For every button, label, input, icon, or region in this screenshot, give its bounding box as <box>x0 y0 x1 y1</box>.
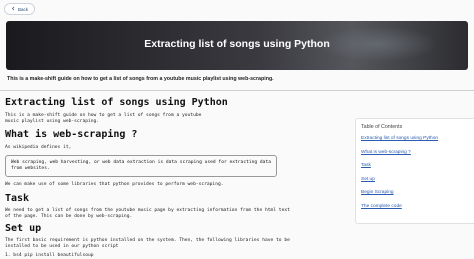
toc-link-what-is-web-scraping[interactable]: What is web-scraping ? <box>361 150 469 155</box>
toc-title: Table of Contents <box>361 124 403 130</box>
hero-banner: Extracting list of songs using Python <box>6 21 468 70</box>
article-intro: This is a make-shift guide on how to get… <box>5 113 202 124</box>
intro-text: This is a make-shift guide on how to get… <box>7 76 274 82</box>
quote-block: Web scraping, web harvesting, or web dat… <box>5 155 277 177</box>
table-of-contents: Table of Contents Extracting list of son… <box>355 118 474 224</box>
task-text: We need to get a list of songs from the … <box>5 207 290 219</box>
toc-link-begin-scraping[interactable]: Begin Scraping <box>361 190 469 195</box>
wiki-text: As wikipedia defines it, <box>5 144 72 150</box>
setup-text: The first basic requirement is python in… <box>5 238 290 250</box>
libraries-text: We can make use of some libraries that p… <box>5 181 224 187</box>
back-label: Back <box>17 6 28 12</box>
toc-link-task[interactable]: Task <box>361 163 469 168</box>
heading-set-up: Set up <box>5 223 42 235</box>
heading-what-is-web-scraping: What is web-scraping ? <box>5 128 138 140</box>
hero-title: Extracting list of songs using Python <box>144 38 330 50</box>
back-button[interactable]: Back <box>4 3 35 15</box>
article-title: Extracting list of songs using Python <box>5 97 228 108</box>
arrow-left-icon <box>11 6 16 12</box>
toc-link-complete-code[interactable]: The complete code <box>361 204 469 209</box>
article: Extracting list of songs using Python Th… <box>5 97 350 259</box>
toc-link-extracting[interactable]: Extracting list of songs using Python <box>361 136 469 141</box>
toc-link-set-up[interactable]: Set up <box>361 177 469 182</box>
divider <box>0 90 474 91</box>
heading-task: Task <box>5 192 30 204</box>
